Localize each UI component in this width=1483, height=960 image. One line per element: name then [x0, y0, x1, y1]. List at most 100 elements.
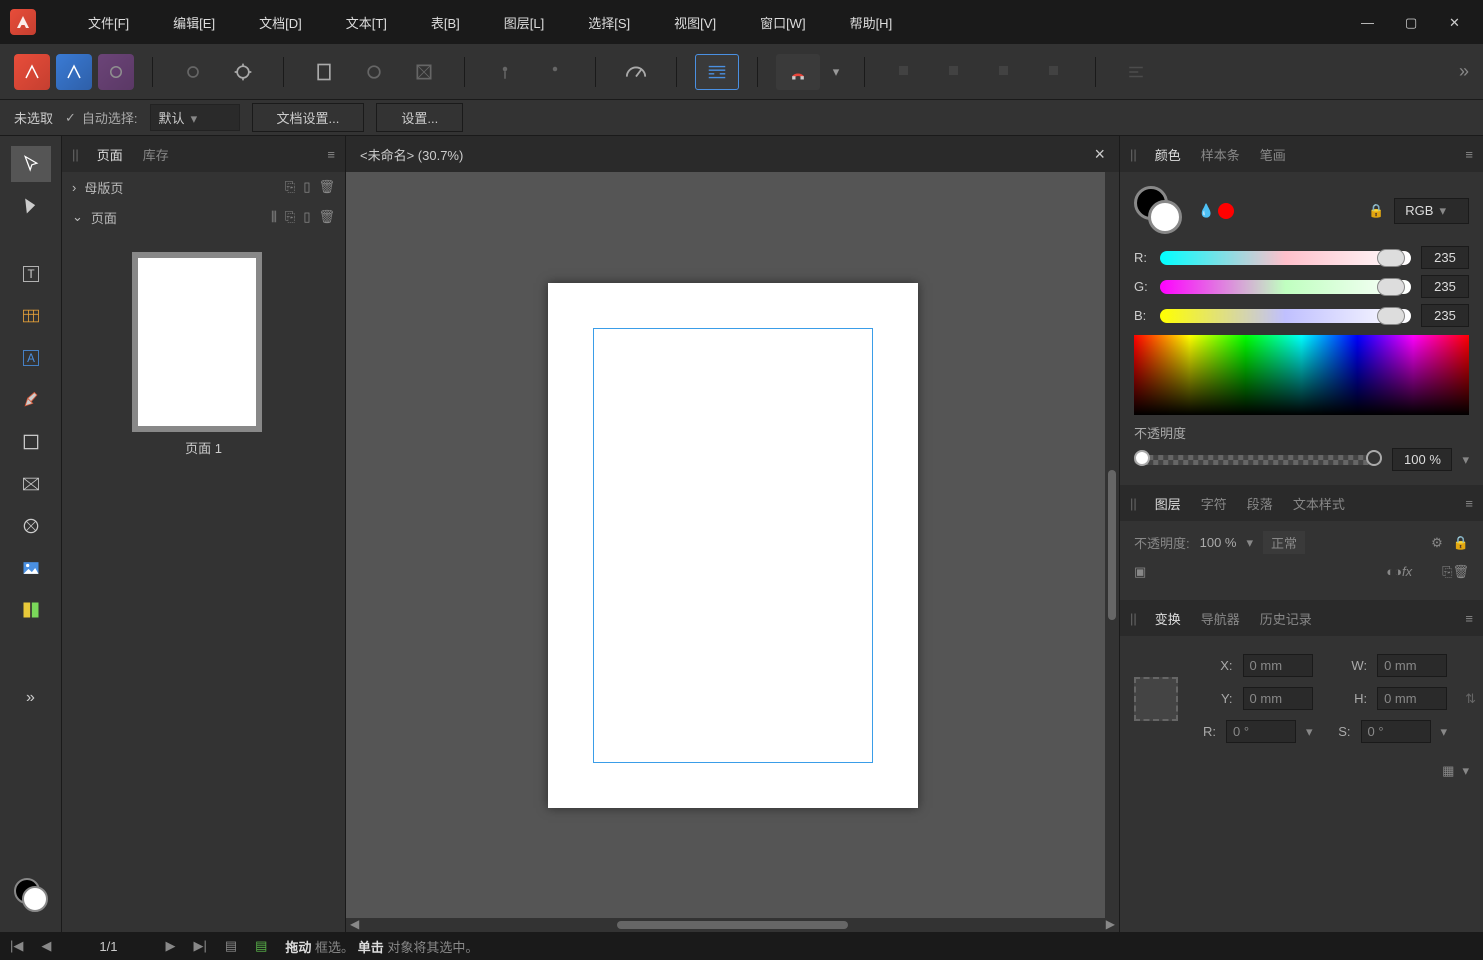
color-mode-dropdown[interactable]: RGB — [1394, 198, 1469, 224]
duplicate-master-icon[interactable]: ▯ — [303, 179, 310, 195]
page-thumbnail[interactable] — [132, 252, 262, 432]
blue-value[interactable]: 235 — [1421, 304, 1469, 327]
menu-edit[interactable]: 编辑[E] — [151, 5, 237, 40]
delete-page-icon[interactable]: 🗑 — [318, 209, 335, 225]
pin-button[interactable] — [483, 54, 527, 90]
last-page-icon[interactable]: ▶| — [193, 938, 206, 954]
minimize-icon[interactable]: — — [1361, 15, 1375, 29]
page-button[interactable] — [302, 54, 346, 90]
tab-assets[interactable]: 库存 — [133, 145, 179, 164]
tab-pages[interactable]: 页面 — [87, 145, 133, 164]
tab-layers[interactable]: 图层 — [1145, 494, 1191, 513]
arrange-front-button[interactable] — [1033, 54, 1077, 90]
tab-navigator[interactable]: 导航器 — [1191, 609, 1250, 628]
chevron-down-icon[interactable]: ▾ — [1441, 724, 1448, 740]
layers-opacity-value[interactable]: 100 % — [1200, 535, 1237, 550]
eyedropper-swatch[interactable] — [1218, 203, 1234, 219]
persona-publisher-button[interactable] — [14, 54, 50, 90]
menu-window[interactable]: 窗口[W] — [738, 5, 828, 40]
lock-icon[interactable]: 🔒 — [1453, 535, 1469, 551]
persona-designer-button[interactable] — [56, 54, 92, 90]
arrange-backward-button[interactable] — [933, 54, 977, 90]
rectangle-tool[interactable] — [11, 424, 51, 460]
maximize-icon[interactable]: ▢ — [1405, 15, 1419, 29]
panel-menu-icon[interactable]: ≡ — [1465, 496, 1473, 511]
chevron-down-icon[interactable]: ▾ — [1462, 763, 1469, 779]
opacity-dropdown-icon[interactable]: ▾ — [1462, 452, 1469, 468]
red-slider[interactable] — [1160, 251, 1411, 265]
adjustment-icon[interactable]: ◑ — [1394, 564, 1402, 580]
menu-text[interactable]: 文本[T] — [324, 5, 409, 40]
gear-icon[interactable]: ⚙ — [1431, 535, 1443, 551]
document-tab-close-icon[interactable]: × — [1094, 144, 1105, 165]
snapping-dropdown[interactable]: ▾ — [826, 54, 846, 90]
menu-select[interactable]: 选择[S] — [566, 5, 652, 40]
canvas-viewport[interactable] — [346, 172, 1119, 918]
document-tab[interactable]: <未命名> (30.7%) × — [346, 136, 1119, 172]
scroll-left-icon[interactable]: ◀ — [350, 917, 359, 931]
menu-layer[interactable]: 图层[L] — [482, 5, 566, 40]
color-wells[interactable] — [14, 878, 48, 912]
data-merge-tool[interactable] — [11, 592, 51, 628]
spread-icon[interactable]: ⫼ — [271, 209, 277, 225]
menu-view[interactable]: 视图[V] — [652, 5, 738, 40]
next-page-icon[interactable]: ▶ — [165, 938, 175, 954]
delete-layer-icon[interactable]: 🗑 — [1452, 564, 1469, 580]
link-icon[interactable]: ⇅ — [1465, 691, 1476, 707]
live-filter-button[interactable] — [171, 54, 215, 90]
tab-history[interactable]: 历史记录 — [1250, 609, 1322, 628]
panel-menu-icon[interactable]: ≡ — [1465, 147, 1473, 162]
horizontal-scrollbar[interactable]: ◀ ▶ — [346, 918, 1119, 932]
menu-file[interactable]: 文件[F] — [66, 5, 151, 40]
prev-page-icon[interactable]: ◀ — [41, 938, 51, 954]
master-pages-section[interactable]: › 母版页 — [72, 178, 123, 197]
opacity-value[interactable]: 100 % — [1392, 448, 1452, 471]
add-layer-icon[interactable]: ⎘ — [1442, 564, 1452, 580]
snapping-button[interactable] — [776, 54, 820, 90]
r-field[interactable]: 0 ° — [1226, 720, 1296, 743]
pages-section[interactable]: ⌄ 页面 — [72, 208, 117, 227]
document-setup-button[interactable]: 文档设置... — [252, 103, 365, 132]
add-master-icon[interactable]: ⎘ — [285, 179, 295, 195]
hyperlinks-button[interactable] — [402, 54, 446, 90]
tab-paragraph[interactable]: 段落 — [1237, 494, 1283, 513]
blend-mode-dropdown[interactable]: 正常 — [1263, 531, 1305, 554]
pin-float-button[interactable] — [533, 54, 577, 90]
add-page-icon[interactable]: ⎘ — [285, 209, 295, 225]
close-icon[interactable]: ✕ — [1449, 15, 1463, 29]
tab-transform[interactable]: 变换 — [1145, 609, 1191, 628]
green-slider[interactable] — [1160, 280, 1411, 294]
w-field[interactable]: 0 mm — [1377, 654, 1447, 677]
panel-dock-handle-icon[interactable]: || — [1130, 147, 1137, 162]
align-button[interactable] — [1114, 54, 1158, 90]
panel-dock-handle-icon[interactable]: || — [1130, 611, 1137, 626]
move-tool[interactable] — [11, 146, 51, 182]
baseline-grid-button[interactable] — [352, 54, 396, 90]
arrange-forward-button[interactable] — [983, 54, 1027, 90]
tab-character[interactable]: 字符 — [1191, 494, 1237, 513]
red-value[interactable]: 235 — [1421, 246, 1469, 269]
green-value[interactable]: 235 — [1421, 275, 1469, 298]
setup-button[interactable]: 设置... — [376, 103, 463, 132]
ellipse-tool[interactable] — [11, 508, 51, 544]
tab-swatches[interactable]: 样本条 — [1191, 145, 1250, 164]
lock-icon[interactable]: 🔒 — [1368, 203, 1384, 219]
preview-mode-icon[interactable]: ▤ — [255, 938, 267, 954]
menu-document[interactable]: 文档[D] — [237, 5, 324, 40]
scroll-right-icon[interactable]: ▶ — [1106, 917, 1115, 931]
panel-menu-icon[interactable]: ≡ — [1465, 611, 1473, 626]
text-wrap-button[interactable] — [695, 54, 739, 90]
duplicate-page-icon[interactable]: ▯ — [303, 209, 310, 225]
menu-help[interactable]: 帮助[H] — [828, 5, 915, 40]
hue-saturation-box[interactable] — [1134, 335, 1469, 415]
auto-select-checkbox[interactable]: ✓ 自动选择: — [65, 108, 138, 127]
node-tool[interactable] — [11, 188, 51, 224]
tab-stroke[interactable]: 笔画 — [1250, 145, 1296, 164]
artistic-text-tool[interactable]: A — [11, 340, 51, 376]
delete-master-icon[interactable]: 🗑 — [318, 179, 335, 195]
chevron-down-icon[interactable]: ▾ — [1306, 724, 1313, 740]
page[interactable] — [548, 283, 918, 808]
h-field[interactable]: 0 mm — [1377, 687, 1447, 710]
adjustment-button[interactable] — [221, 54, 265, 90]
first-page-icon[interactable]: |◀ — [10, 938, 23, 954]
